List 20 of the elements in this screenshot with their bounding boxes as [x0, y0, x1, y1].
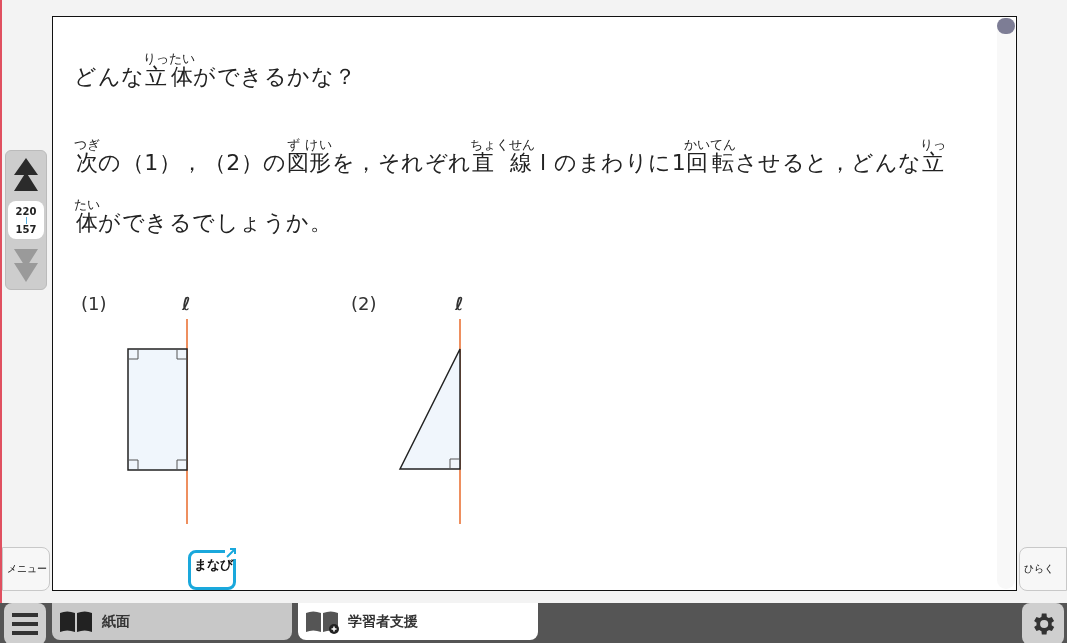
- tab[interactable]: 紙面: [52, 603, 292, 640]
- title-text: どんな立体 りったい ができるかな？: [74, 50, 358, 91]
- manabi-link[interactable]: まなび: [188, 550, 236, 590]
- tab[interactable]: 学習者支援: [298, 603, 538, 640]
- open-button[interactable]: ひらく: [1019, 547, 1067, 591]
- axis-label: ℓ: [455, 293, 464, 314]
- book-plus-icon: [304, 609, 340, 634]
- arrow-icon: [225, 547, 237, 559]
- book-icon: [58, 609, 94, 634]
- scrollbar-track[interactable]: [997, 18, 1015, 589]
- current-page: 220: [15, 205, 37, 217]
- settings-icon[interactable]: [1022, 603, 1064, 643]
- figure-label: (2): [351, 293, 377, 314]
- figure-label: (1): [81, 293, 107, 314]
- scrollbar-thumb[interactable]: [997, 18, 1015, 34]
- menu-button[interactable]: メニュー: [2, 547, 50, 591]
- question-text: 次 つぎ の（1），（2）の図形 ず けい を，それぞれ直 線 ちょくせん l のまわりに1回転 かいてん させると，どんな立 りっ 体 たい ができるでしょうか。: [74, 136, 947, 237]
- menu-icon[interactable]: [4, 603, 46, 643]
- axis-label: ℓ: [182, 293, 191, 314]
- total-pages: 157: [15, 223, 37, 235]
